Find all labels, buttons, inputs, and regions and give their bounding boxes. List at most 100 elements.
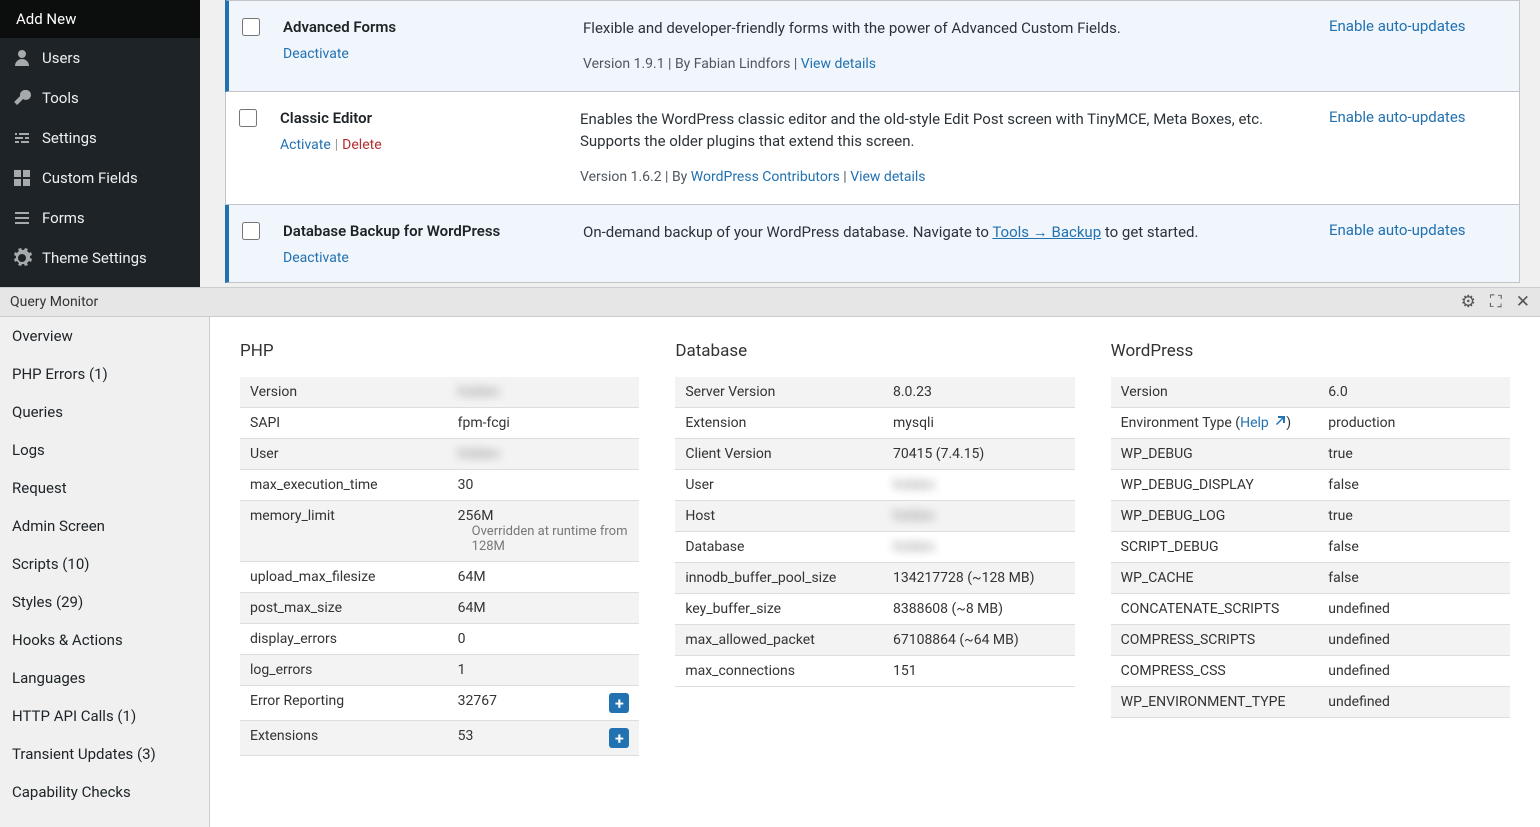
query-monitor-header: Query Monitor ⚙ ⛶ ✕: [0, 287, 1540, 317]
qm-key: User: [675, 470, 883, 501]
qm-key: Version: [240, 377, 448, 408]
sidebar-item-custom-fields[interactable]: Custom Fields: [0, 158, 200, 198]
qm-sidebar-item[interactable]: HTTP API Calls (1): [0, 697, 209, 735]
qm-value: 8388608 (~8 MB): [883, 594, 1075, 625]
plugin-checkbox[interactable]: [242, 222, 260, 240]
qm-value: hidden: [448, 377, 640, 408]
expand-button[interactable]: +: [609, 693, 629, 713]
qm-column-heading: Database: [675, 341, 1074, 361]
qm-sidebar-item[interactable]: Capability Checks: [0, 773, 209, 811]
sidebar-item-label: Forms: [42, 209, 85, 227]
sidebar-item-forms[interactable]: Forms: [0, 198, 200, 238]
qm-value: hidden: [883, 501, 1075, 532]
close-icon[interactable]: ✕: [1516, 292, 1530, 312]
qm-sidebar-item[interactable]: PHP Errors (1): [0, 355, 209, 393]
qm-key: post_max_size: [240, 593, 448, 624]
users-icon: [12, 48, 32, 68]
qm-key: User: [240, 439, 448, 470]
sidebar-item-label: Theme Settings: [42, 249, 147, 267]
qm-value: true: [1318, 501, 1510, 532]
redacted-value: hidden: [458, 446, 500, 462]
qm-table-row: WP_DEBUGtrue: [1111, 439, 1510, 470]
qm-column-database: Database Server Version8.0.23Extensionmys…: [675, 341, 1074, 803]
qm-table-row: WP_ENVIRONMENT_TYPEundefined: [1111, 687, 1510, 718]
qm-key: max_allowed_packet: [675, 625, 883, 656]
qm-table-row: Extensions53+: [240, 721, 639, 756]
qm-value: 32767+: [448, 686, 640, 721]
plugin-action-delete[interactable]: Delete: [342, 137, 381, 153]
qm-key: Extension: [675, 408, 883, 439]
sidebar-item-settings[interactable]: Settings: [0, 118, 200, 158]
enable-auto-updates-link[interactable]: Enable auto-updates: [1329, 17, 1466, 35]
list-icon: [12, 208, 32, 228]
plugin-version-link[interactable]: View details: [850, 169, 925, 185]
qm-sidebar-item[interactable]: Queries: [0, 393, 209, 431]
sidebar-item-label: Tools: [42, 89, 79, 107]
enable-auto-updates-link[interactable]: Enable auto-updates: [1329, 221, 1466, 239]
qm-table-row: User hidden: [240, 439, 639, 470]
sidebar-item-users[interactable]: Users: [0, 38, 200, 78]
expand-button[interactable]: +: [609, 728, 629, 748]
plugin-row: Advanced FormsDeactivateFlexible and dev…: [225, 0, 1520, 92]
help-link[interactable]: Help: [1240, 415, 1286, 431]
qm-sidebar-item[interactable]: Overview: [0, 317, 209, 355]
qm-value: production: [1318, 408, 1510, 439]
qm-table-row: WP_CACHEfalse: [1111, 563, 1510, 594]
qm-table-row: WP_DEBUG_DISPLAYfalse: [1111, 470, 1510, 501]
qm-sidebar-item[interactable]: Hooks & Actions: [0, 621, 209, 659]
qm-table-row: Userhidden: [675, 470, 1074, 501]
plugin-action-activate[interactable]: Activate: [280, 137, 331, 153]
query-monitor-sidebar: OverviewPHP Errors (1)QueriesLogsRequest…: [0, 317, 210, 827]
plugin-checkbox[interactable]: [242, 18, 260, 36]
qm-sidebar-item[interactable]: Languages: [0, 659, 209, 697]
qm-key: max_execution_time: [240, 470, 448, 501]
qm-column-wordpress: WordPressVersion6.0Environment Type (Hel…: [1111, 341, 1510, 803]
sidebar-item-theme-settings[interactable]: Theme Settings: [0, 238, 200, 278]
qm-table-row: max_allowed_packet67108864 (~64 MB): [675, 625, 1074, 656]
qm-sidebar-item[interactable]: Request: [0, 469, 209, 507]
qm-value: false: [1318, 532, 1510, 563]
qm-key: innodb_buffer_pool_size: [675, 563, 883, 594]
plugin-action-deactivate[interactable]: Deactivate: [283, 250, 349, 266]
gear-icon[interactable]: ⚙: [1461, 292, 1476, 312]
qm-value: hidden: [448, 439, 640, 470]
qm-sidebar-item[interactable]: Scripts (10): [0, 545, 209, 583]
qm-table-row: log_errors1: [240, 655, 639, 686]
qm-key: Server Version: [675, 377, 883, 408]
qm-key: Database: [675, 532, 883, 563]
qm-key: Error Reporting: [240, 686, 448, 721]
qm-table-row: Versionhidden: [240, 377, 639, 408]
plugin-checkbox[interactable]: [239, 109, 257, 127]
qm-sidebar-item[interactable]: Styles (29): [0, 583, 209, 621]
sidebar-item-tools[interactable]: Tools: [0, 78, 200, 118]
qm-value: 8.0.23: [883, 377, 1075, 408]
sidebar-item-add-new[interactable]: Add New: [0, 0, 200, 38]
qm-table-row: WP_DEBUG_LOGtrue: [1111, 501, 1510, 532]
qm-key: key_buffer_size: [675, 594, 883, 625]
wp-admin-sidebar: Add New Users Tools SettingsCustom Fields Fo…: [0, 0, 200, 287]
qm-key: log_errors: [240, 655, 448, 686]
qm-table-row: Client Version70415 (7.4.15): [675, 439, 1074, 470]
qm-value: undefined: [1318, 594, 1510, 625]
qm-column-heading: PHP: [240, 341, 639, 361]
qm-table-row: Server Version8.0.23: [675, 377, 1074, 408]
plugin-description: Enables the WordPress classic editor and…: [580, 108, 1289, 153]
qm-sidebar-item[interactable]: Logs: [0, 431, 209, 469]
sidebar-item-label: Add New: [12, 10, 76, 28]
plugin-action-deactivate[interactable]: Deactivate: [283, 46, 349, 62]
plugin-version-link[interactable]: WordPress Contributors: [691, 169, 840, 185]
qm-sidebar-item[interactable]: Admin Screen: [0, 507, 209, 545]
qm-key: memory_limit: [240, 501, 448, 562]
plugin-description: On-demand backup of your WordPress datab…: [583, 221, 1289, 244]
qm-sidebar-item[interactable]: Transient Updates (3): [0, 735, 209, 773]
plugin-version-link[interactable]: View details: [801, 56, 876, 72]
qm-table-row: Extensionmysqli: [675, 408, 1074, 439]
qm-value: undefined: [1318, 625, 1510, 656]
qm-table-row: Version6.0: [1111, 377, 1510, 408]
qm-table-row: Databasehidden: [675, 532, 1074, 563]
enable-auto-updates-link[interactable]: Enable auto-updates: [1329, 108, 1466, 126]
expand-icon[interactable]: ⛶: [1490, 292, 1502, 312]
plugin-desc-link[interactable]: Tools → Backup: [992, 223, 1101, 241]
qm-table-row: display_errors0: [240, 624, 639, 655]
qm-key: CONCATENATE_SCRIPTS: [1111, 594, 1319, 625]
